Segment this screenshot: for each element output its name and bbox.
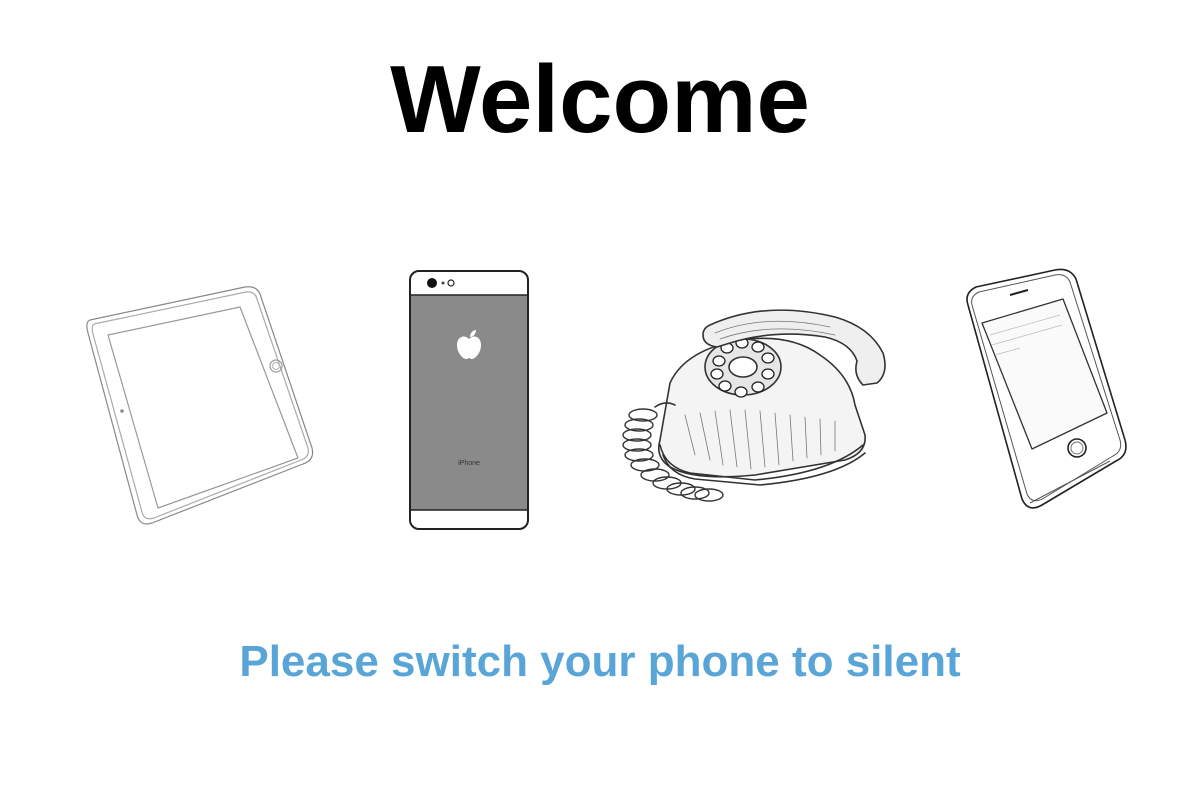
rotary-telephone-sketch-icon xyxy=(615,295,895,515)
page-title: Welcome xyxy=(390,46,810,153)
tablet-sketch-icon xyxy=(80,280,320,530)
welcome-slide: Welcome iPhone Please switch your phone … xyxy=(0,0,1200,800)
smartphone-front-sketch-icon xyxy=(960,265,1130,520)
smartphone-back-sketch-icon: iPhone xyxy=(400,265,535,535)
silent-phone-message: Please switch your phone to silent xyxy=(239,637,961,686)
engraving-text: iPhone xyxy=(458,460,480,467)
